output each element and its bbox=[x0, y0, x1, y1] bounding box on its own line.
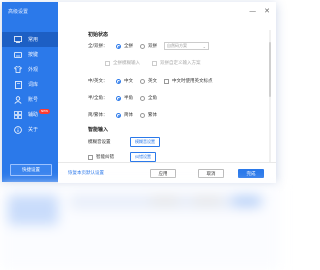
section-title-initial: 初始状态 bbox=[88, 32, 109, 38]
sidebar-item-common[interactable]: 常用 bbox=[2, 32, 58, 47]
sidebar-item-keys[interactable]: 按键 bbox=[2, 47, 58, 62]
radio-label: 繁体 bbox=[148, 113, 157, 118]
minimize-button[interactable]: — bbox=[249, 7, 256, 15]
blurred-reflection bbox=[0, 185, 280, 270]
radio-quanpin[interactable]: 全拼 bbox=[116, 43, 133, 49]
row-label: 简/繁体： bbox=[88, 113, 108, 118]
window-title: 高级设置 bbox=[8, 9, 29, 15]
sidebar-item-appearance[interactable]: 外观 bbox=[2, 62, 58, 77]
checkbox-label: 智能纠错 bbox=[96, 155, 114, 160]
sidebar-item-label: 词库 bbox=[28, 82, 39, 88]
check-custom-shuangpin[interactable]: 双拼自定义输入方案 bbox=[152, 60, 201, 66]
radio-half-width[interactable]: 半角 bbox=[116, 95, 133, 101]
sidebar-item-label: 按键 bbox=[28, 52, 39, 58]
radio-dot bbox=[140, 78, 145, 84]
sidebar-nav: 常用 按键 外观 词库 账号 辅助 NEW 关于 bbox=[2, 32, 58, 137]
sidebar-item-label: 辅助 bbox=[28, 112, 39, 118]
radio-dot bbox=[116, 43, 121, 49]
radio-dot bbox=[140, 95, 145, 101]
row-label: 模糊音设置 bbox=[88, 140, 111, 145]
row-label: 全/双拼： bbox=[88, 44, 108, 49]
checkbox bbox=[152, 60, 157, 66]
radio-traditional[interactable]: 繁体 bbox=[140, 112, 157, 118]
user-icon bbox=[14, 95, 22, 104]
settings-window: 高级设置 常用 按键 外观 词库 账号 辅助 NEW 关于 快捷设置 — ✕ 初… bbox=[2, 2, 276, 183]
auto-correct-settings-button[interactable]: 纠错设置 bbox=[130, 152, 156, 162]
radio-simplified[interactable]: 简体 bbox=[116, 112, 133, 118]
radio-label: 半角 bbox=[124, 96, 133, 101]
sidebar-item-account[interactable]: 账号 bbox=[2, 92, 58, 107]
restore-defaults-link[interactable]: 恢复本页默认设置 bbox=[68, 170, 104, 176]
radio-dot bbox=[140, 43, 145, 49]
row-simplified-traditional: 简/繁体： 简体 繁体 bbox=[88, 112, 164, 118]
checkbox bbox=[105, 60, 110, 66]
settings-panel-icon bbox=[14, 36, 22, 44]
shirt-icon bbox=[14, 66, 22, 74]
radio-dot bbox=[140, 112, 145, 118]
chevron-down-icon: ⌄ bbox=[202, 43, 206, 49]
radio-full-width[interactable]: 全角 bbox=[140, 95, 157, 101]
info-icon bbox=[14, 125, 22, 134]
radio-label: 全拼 bbox=[124, 44, 133, 49]
sidebar-item-about[interactable]: 关于 bbox=[2, 122, 58, 137]
blur-shape bbox=[8, 195, 58, 225]
radio-label: 双拼 bbox=[148, 44, 157, 49]
row-cn-en: 中/英文： 中文 英文 中文时使用英文标点 bbox=[88, 78, 225, 84]
row-half-full-width: 半/全角： 半角 全角 bbox=[88, 95, 164, 101]
row-fuzzy-sound: 模糊音设置 模糊音设置 bbox=[88, 137, 160, 147]
checkbox bbox=[88, 154, 93, 160]
radio-dot bbox=[116, 112, 121, 118]
new-badge: NEW bbox=[39, 109, 51, 114]
apply-button[interactable]: 应用 bbox=[150, 169, 176, 178]
grid-icon bbox=[14, 110, 22, 119]
sidebar-item-label: 常用 bbox=[28, 37, 39, 43]
section-title-smart: 智能输入 bbox=[88, 127, 109, 133]
done-button[interactable]: 完成 bbox=[238, 169, 264, 178]
select-value: 自然码方案 bbox=[167, 43, 187, 48]
check-fuzzy-quanpin[interactable]: 全拼模糊输入 bbox=[105, 60, 140, 66]
blur-shape bbox=[150, 197, 180, 205]
book-icon bbox=[14, 80, 22, 89]
radio-english[interactable]: 英文 bbox=[140, 78, 157, 84]
radio-chinese[interactable]: 中文 bbox=[116, 78, 133, 84]
sidebar-item-label: 关于 bbox=[28, 127, 39, 133]
row-label: 半/全角： bbox=[88, 96, 108, 101]
radio-shuangpin[interactable]: 双拼 bbox=[140, 43, 157, 49]
radio-label: 中文 bbox=[124, 79, 133, 84]
cancel-button[interactable]: 取消 bbox=[198, 169, 224, 178]
close-button[interactable]: ✕ bbox=[264, 7, 270, 15]
radio-label: 英文 bbox=[148, 79, 157, 84]
radio-dot bbox=[116, 78, 121, 84]
sidebar-item-dictionary[interactable]: 词库 bbox=[2, 77, 58, 92]
sidebar-item-assist[interactable]: 辅助 NEW bbox=[2, 107, 58, 122]
shuangpin-scheme-select[interactable]: 自然码方案 ⌄ bbox=[164, 42, 209, 50]
shortcut-settings-button[interactable]: 快捷设置 bbox=[10, 164, 52, 176]
radio-label: 简体 bbox=[124, 113, 133, 118]
row-pinyin-mode: 全/双拼： 全拼 双拼 自然码方案 ⌄ bbox=[88, 42, 209, 50]
scrollbar[interactable] bbox=[269, 30, 271, 170]
sidebar-item-label: 外观 bbox=[28, 67, 39, 73]
checkbox-label: 中文时使用英文标点 bbox=[172, 79, 213, 84]
window-controls: — ✕ bbox=[249, 7, 270, 15]
checkbox-label: 全拼模糊输入 bbox=[113, 61, 140, 66]
sidebar: 高级设置 常用 按键 外观 词库 账号 辅助 NEW 关于 快捷设置 bbox=[2, 2, 58, 182]
radio-dot bbox=[116, 95, 121, 101]
blur-shape bbox=[192, 197, 222, 205]
scroll-thumb[interactable] bbox=[269, 42, 271, 97]
row-auto-correct: 智能纠错 纠错设置 bbox=[88, 152, 156, 162]
footer: 恢复本页默认设置 应用 取消 完成 bbox=[58, 162, 276, 183]
sidebar-item-label: 账号 bbox=[28, 97, 39, 103]
blur-shape bbox=[232, 197, 262, 205]
radio-label: 全角 bbox=[148, 96, 157, 101]
check-auto-correct[interactable]: 智能纠错 bbox=[88, 154, 130, 160]
check-english-punctuation[interactable]: 中文时使用英文标点 bbox=[164, 78, 213, 84]
fuzzy-sound-settings-button[interactable]: 模糊音设置 bbox=[130, 137, 160, 147]
row-label: 中/英文： bbox=[88, 79, 108, 84]
main-panel: — ✕ 初始状态 全/双拼： 全拼 双拼 自然码方案 ⌄ 全拼模糊输入 双拼自定… bbox=[58, 2, 276, 183]
checkbox-label: 双拼自定义输入方案 bbox=[160, 61, 201, 66]
checkbox bbox=[164, 78, 169, 84]
row-disabled-checks: 全拼模糊输入 双拼自定义输入方案 bbox=[105, 60, 213, 66]
keyboard-icon bbox=[14, 51, 22, 59]
